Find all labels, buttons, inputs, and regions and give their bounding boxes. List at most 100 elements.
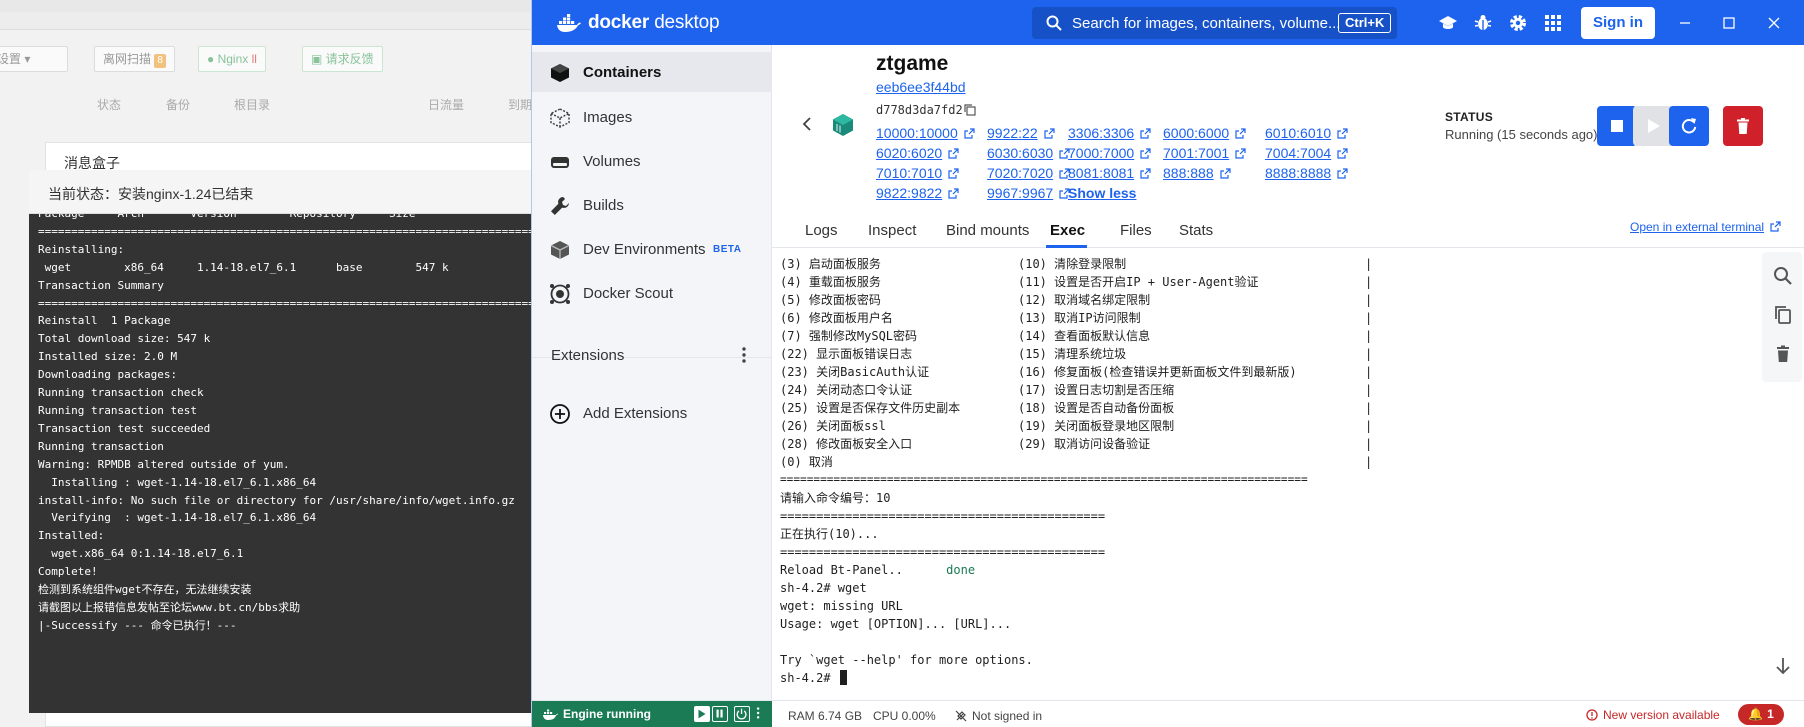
tab-inspect[interactable]: Inspect	[868, 222, 916, 239]
brand-name-rest: desktop	[649, 12, 720, 33]
add-circle-icon	[550, 404, 570, 424]
port-link[interactable]: 7001:7001	[1163, 145, 1246, 161]
sidebar-item-images[interactable]: Images	[532, 97, 772, 137]
scan-button[interactable]: 离网扫描 8	[94, 46, 175, 72]
sign-in-button[interactable]: Sign in	[1581, 7, 1655, 39]
menu-row: (23) 关闭BasicAuth认证 (16) 修复面板(检查错误并更新面板文件到…	[780, 363, 1372, 381]
port-link[interactable]: 9822:9822	[876, 185, 959, 201]
terminal-clear-icon[interactable]	[1772, 343, 1794, 365]
stop-button[interactable]	[1597, 106, 1637, 146]
sidebar-item-containers[interactable]: Containers	[532, 52, 772, 92]
menu-option: (15) 清理系统垃圾	[1018, 347, 1127, 361]
exec-terminal[interactable]: (3) 启动面板服务 (10) 清除登录限制 | (4) 重载面板服务 (11) 设置是…	[772, 249, 1804, 700]
sidebar: Containers Images Volumes Builds Dev Env…	[532, 45, 772, 700]
delete-button[interactable]	[1723, 106, 1763, 146]
console-line: |-Successify --- 命令已执行！---	[38, 618, 237, 632]
engine-play-button[interactable]	[694, 706, 710, 722]
sidebar-item-volumes[interactable]: Volumes	[532, 141, 772, 181]
port-link[interactable]: 9967:9967	[987, 185, 1070, 201]
port-link[interactable]: 7010:7010	[876, 165, 959, 181]
port-link[interactable]: 7000:7000	[1068, 145, 1151, 161]
global-search[interactable]: Search for images, containers, volume...…	[1032, 7, 1397, 39]
external-link-icon	[948, 188, 959, 199]
menu-border: |	[1365, 455, 1373, 469]
signed-status: Not signed in	[955, 709, 1042, 723]
extensions-more-icon[interactable]	[734, 345, 754, 365]
engine-more-button[interactable]	[752, 706, 768, 722]
tab-stats[interactable]: Stats	[1179, 222, 1213, 239]
port-link[interactable]: 9922:22	[987, 125, 1055, 141]
start-button[interactable]	[1633, 106, 1673, 146]
port-link[interactable]: 8888:8888	[1265, 165, 1348, 181]
feedback-button[interactable]: ▣ 请求反馈	[302, 46, 383, 72]
status-label: STATUS	[1445, 110, 1494, 124]
notifications-badge[interactable]: 🔔 1	[1738, 704, 1784, 725]
learning-center-icon[interactable]	[1438, 13, 1458, 33]
engine-pause-button[interactable]	[712, 706, 728, 722]
tab-exec[interactable]: Exec	[1050, 222, 1085, 239]
console-line: ========================================…	[38, 224, 540, 238]
active-tab-indicator	[1046, 245, 1087, 248]
terminal-search-icon[interactable]	[1772, 265, 1794, 287]
back-chevron-icon[interactable]	[800, 116, 816, 132]
terminal-line: Usage: wget [OPTION]... [URL]...	[780, 617, 1012, 631]
port-mapping: 8081:8081	[1068, 165, 1135, 181]
port-link[interactable]: 6020:6020	[876, 145, 959, 161]
port-mapping: 9967:9967	[987, 185, 1054, 201]
add-extensions-button[interactable]: Add Extensions	[532, 393, 772, 433]
extensions-grid-icon[interactable]	[1543, 13, 1563, 33]
open-external-terminal-link[interactable]: Open in external terminal	[1630, 220, 1781, 234]
port-link[interactable]: 6000:6000	[1163, 125, 1246, 141]
close-icon[interactable]	[1764, 13, 1784, 33]
engine-status-label: Engine running	[563, 707, 651, 721]
external-link-icon	[1235, 128, 1246, 139]
sidebar-item-docker-scout[interactable]: Docker Scout	[532, 273, 772, 313]
nginx-button[interactable]: ● Nginx ll	[198, 46, 266, 72]
executing-line: 正在执行(10)...	[780, 527, 879, 541]
port-link[interactable]: 8081:8081	[1068, 165, 1151, 181]
sidebar-item-label: Images	[583, 109, 633, 126]
sidebar-item-builds[interactable]: Builds	[532, 185, 772, 225]
settings-gear-icon[interactable]	[1508, 13, 1528, 33]
external-link-icon	[1140, 148, 1151, 159]
menu-option: (16) 修复面板(检查错误并更新面板文件到最新版)	[1018, 365, 1297, 379]
menu-option: (22) 显示面板错误日志	[780, 347, 913, 361]
sidebar-item-dev-environments[interactable]: Dev Environments BETA	[532, 229, 772, 269]
port-link[interactable]: 10000:10000	[876, 125, 975, 141]
new-version-link[interactable]: New version available	[1586, 708, 1720, 722]
tab-logs[interactable]: Logs	[805, 222, 838, 239]
port-link[interactable]: 3306:3306	[1068, 125, 1151, 141]
menu-row: (24) 关闭动态口令认证 (17) 设置日志切割是否压缩 |	[780, 381, 1372, 399]
restart-button[interactable]	[1669, 106, 1709, 146]
container-image-link[interactable]: eeb6ee3f44bd	[876, 79, 966, 95]
extensions-heading: Extensions	[551, 347, 625, 364]
settings-dropdown[interactable]: 设置 ▾	[0, 46, 68, 72]
port-link[interactable]: 7004:7004	[1265, 145, 1348, 161]
troubleshoot-bug-icon[interactable]	[1473, 13, 1493, 33]
menu-row: (6) 修改面板用户名 (13) 取消IP访问限制 |	[780, 309, 1372, 327]
panel-header-strip	[0, 12, 540, 30]
done-status: done	[946, 563, 976, 577]
minimize-icon[interactable]	[1675, 13, 1695, 33]
scroll-down-icon[interactable]	[1772, 655, 1794, 677]
copy-icon[interactable]	[964, 104, 976, 116]
console-line: Warning: RPMDB altered outside of yum.	[38, 457, 290, 471]
menu-option: (7) 强制修改MySQL密码	[780, 329, 918, 343]
tab-bind-mounts[interactable]: Bind mounts	[946, 222, 1029, 239]
port-mapping: 7020:7020	[987, 165, 1054, 181]
images-icon	[550, 108, 570, 128]
port-link[interactable]: 6010:6010	[1265, 125, 1348, 141]
show-less-link[interactable]: Show less	[1068, 185, 1136, 201]
terminal-line: Try `wget --help' for more options.	[780, 653, 1033, 667]
port-link[interactable]: 7020:7020	[987, 165, 1070, 181]
port-link[interactable]: 888:888	[1163, 165, 1231, 181]
tab-files[interactable]: Files	[1120, 222, 1152, 239]
trash-icon	[1737, 118, 1749, 134]
terminal-copy-icon[interactable]	[1772, 304, 1794, 326]
menu-option: (14) 查看面板默认信息	[1018, 329, 1151, 343]
engine-power-button[interactable]	[734, 706, 750, 722]
port-link[interactable]: 6030:6030	[987, 145, 1070, 161]
terminal-line: wget: missing URL	[780, 599, 903, 613]
maximize-icon[interactable]	[1719, 13, 1739, 33]
menu-row: (0) 取消 |	[780, 453, 1372, 471]
